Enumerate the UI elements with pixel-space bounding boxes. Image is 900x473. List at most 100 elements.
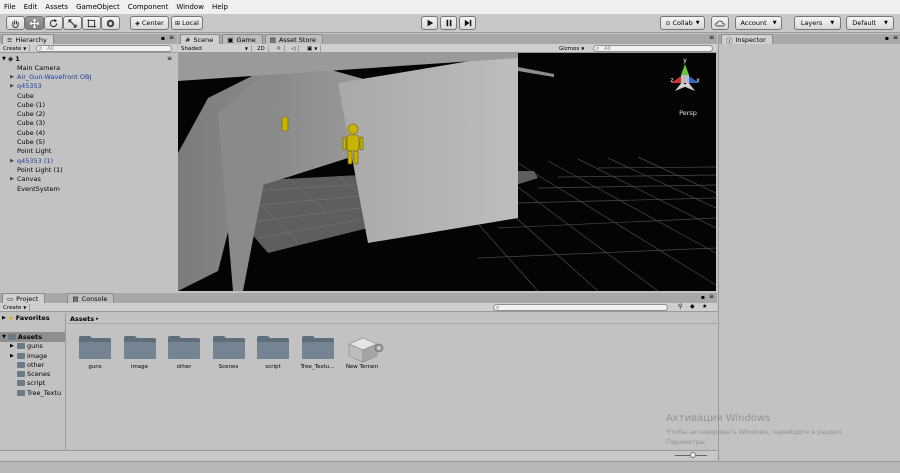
tree-folder-item[interactable]: ▶ image [0, 351, 65, 360]
hierarchy-item[interactable]: Cube (2) [0, 109, 175, 118]
menu-component[interactable]: Component [128, 3, 169, 11]
filter-type-icon[interactable]: ⚲ [678, 303, 682, 310]
hand-tool-button[interactable] [6, 16, 25, 30]
scene-search-input[interactable]: ⌕ All [593, 45, 713, 52]
hierarchy-item[interactable]: ▶ Air_Gun-Wavefront OBJ [0, 72, 175, 81]
right-wall[interactable] [338, 53, 518, 243]
tab-console[interactable]: ▤ Console [67, 293, 115, 303]
transform-tool-button[interactable] [101, 16, 120, 30]
menu-window[interactable]: Window [176, 3, 204, 11]
hierarchy-item[interactable]: Cube [0, 91, 175, 100]
gizmos-dropdown[interactable]: Gizmos ▼ [556, 45, 587, 52]
panel-menu-icon[interactable]: ≡ [709, 293, 714, 300]
rect-tool-button[interactable] [82, 16, 101, 30]
pivot-center-toggle[interactable]: ◈ Center [130, 16, 169, 30]
breadcrumb[interactable]: Assets ▸ [70, 314, 99, 323]
tree-folder-item[interactable]: script [0, 379, 65, 388]
hierarchy-item[interactable]: EventSystem [0, 184, 175, 193]
tree-folder-item[interactable]: ▶ guns [0, 342, 65, 351]
assets-root-row[interactable]: ▼ Assets [0, 332, 65, 342]
panel-menu-icon[interactable]: ≡ [169, 34, 174, 41]
tree-folder-item[interactable]: Tree_Textu [0, 388, 65, 397]
shading-mode-dropdown[interactable]: Shaded ▼ [178, 45, 252, 52]
hierarchy-item[interactable]: Main Camera [0, 63, 175, 72]
expand-arrow-icon[interactable]: ▶ [10, 343, 17, 349]
expand-arrow-icon[interactable]: ▶ [10, 353, 17, 359]
hierarchy-create-button[interactable]: Create ▼ [0, 45, 31, 52]
move-tool-button[interactable] [25, 16, 44, 30]
lock-icon[interactable]: ▪ [161, 35, 165, 42]
terrain-asset[interactable]: New Terrain [340, 334, 384, 370]
filter-label-icon[interactable]: ◆ [690, 303, 695, 310]
layout-dropdown[interactable]: Default ▼ [846, 16, 894, 30]
folder-asset[interactable]: image [118, 334, 162, 370]
scene-options-icon[interactable]: ≡ [167, 55, 172, 62]
panel-menu-icon[interactable]: ≡ [893, 34, 898, 41]
panel-menu-icon[interactable]: ≡ [709, 34, 714, 41]
menu-help[interactable]: Help [212, 3, 228, 11]
toggle-2d-button[interactable]: 2D [254, 45, 269, 52]
scene-gizmo[interactable] [671, 64, 699, 91]
folder-asset[interactable]: Scenes [207, 334, 251, 370]
tab-hierarchy[interactable]: ≡ Hierarchy [2, 34, 54, 44]
expand-arrow-icon[interactable]: ▼ [2, 56, 6, 62]
hierarchy-item[interactable]: Point Light (1) [0, 165, 175, 174]
expand-arrow-icon[interactable]: ▶ [7, 74, 17, 80]
hierarchy-item[interactable]: ▶ q45353 (1) [0, 156, 175, 165]
cloud-button[interactable] [711, 16, 729, 30]
collab-dropdown[interactable]: ⊙ Collab ▼ [660, 16, 705, 30]
slider-thumb[interactable] [690, 452, 696, 458]
account-dropdown[interactable]: Account ▼ [735, 16, 782, 30]
expand-arrow-icon[interactable]: ▼ [2, 334, 6, 340]
scene-viewport[interactable]: y z x Persp [178, 53, 716, 291]
folder-asset[interactable]: guns [73, 334, 117, 370]
hierarchy-item[interactable]: ▶ q45353 [0, 82, 175, 91]
play-button[interactable] [421, 16, 438, 30]
projection-label[interactable]: Persp [679, 109, 697, 117]
project-create-button[interactable]: Create ▼ [0, 304, 31, 311]
expand-arrow-icon[interactable]: ▶ [2, 315, 6, 321]
space-local-toggle[interactable]: ⊞ Local [171, 16, 203, 30]
pause-button[interactable] [440, 16, 457, 30]
folder-asset[interactable]: other [162, 334, 206, 370]
expand-arrow-icon[interactable]: ▶ [7, 176, 17, 182]
tab-project[interactable]: ▭ Project [2, 293, 46, 303]
project-search-input[interactable]: ⌕ [493, 304, 668, 311]
scene-root-row[interactable]: ▼ ◈ 1 [2, 54, 20, 63]
favorites-row[interactable]: ▶ ★ Favorites [0, 313, 65, 322]
menu-file[interactable]: File [4, 3, 16, 11]
tree-folder-item[interactable]: Scenes [0, 369, 65, 378]
audio-toggle[interactable]: ◁ [288, 45, 300, 52]
tree-folder-item[interactable]: other [0, 360, 65, 369]
lock-icon[interactable]: ▪ [885, 35, 889, 42]
hierarchy-item[interactable]: Point Light [0, 147, 175, 156]
folder-asset[interactable]: Tree_Textu... [296, 334, 340, 370]
lock-icon[interactable]: ▪ [701, 294, 705, 301]
lighting-toggle[interactable]: ☼ [273, 45, 285, 52]
scale-tool-button[interactable] [63, 16, 82, 30]
expand-arrow-icon[interactable]: ▶ [7, 83, 17, 89]
tab-inspector[interactable]: ⓘ Inspector [721, 34, 773, 45]
breadcrumb-assets[interactable]: Assets [70, 315, 94, 323]
menu-assets[interactable]: Assets [45, 3, 68, 11]
tab-asset-store[interactable]: ▤ Asset Store [264, 34, 323, 44]
hierarchy-item[interactable]: Cube (5) [0, 137, 175, 146]
menu-gameobject[interactable]: GameObject [76, 3, 120, 11]
scene-render[interactable]: y z x Persp [178, 53, 716, 291]
menu-edit[interactable]: Edit [24, 3, 38, 11]
rotate-tool-button[interactable] [44, 16, 63, 30]
hierarchy-item[interactable]: Cube (4) [0, 128, 175, 137]
star-filter-icon[interactable]: ★ [702, 303, 707, 310]
tab-scene[interactable]: # Scene [180, 34, 221, 44]
layers-dropdown[interactable]: Layers ▼ [794, 16, 841, 30]
tab-game[interactable]: ▣ Game [222, 34, 263, 44]
hierarchy-item[interactable]: ▶ Canvas [0, 175, 175, 184]
hierarchy-item[interactable]: Cube (1) [0, 100, 175, 109]
hierarchy-item[interactable]: Cube (3) [0, 119, 175, 128]
yellow-figure-partial[interactable] [281, 116, 289, 132]
hierarchy-search-input[interactable]: ⌕ All [36, 45, 172, 52]
effects-dropdown[interactable]: ▣ ▼ [304, 45, 322, 52]
folder-asset[interactable]: script [251, 334, 295, 370]
step-button[interactable] [459, 16, 476, 30]
expand-arrow-icon[interactable]: ▶ [7, 158, 17, 164]
